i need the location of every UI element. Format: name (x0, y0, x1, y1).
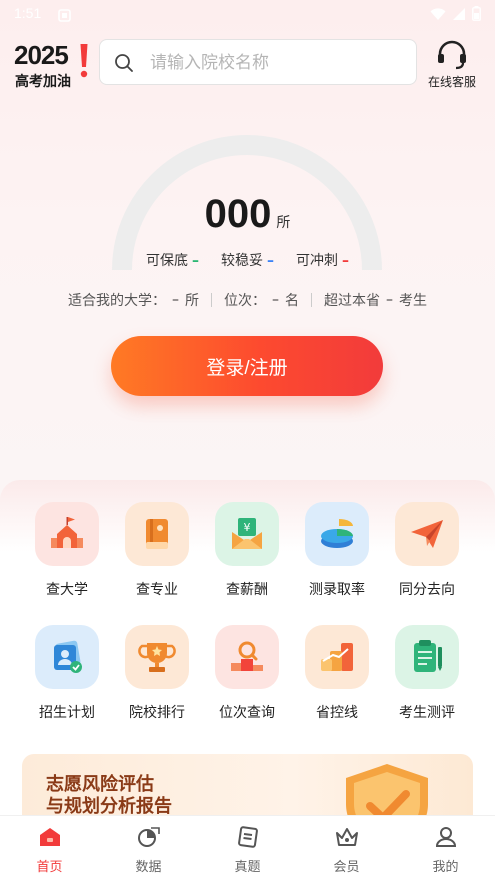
major-book-icon (125, 502, 189, 566)
crown-icon (334, 828, 360, 852)
search-input[interactable] (148, 48, 402, 78)
logo-subtitle: 高考加油 (15, 74, 71, 90)
grid-label: 考生测评 (399, 705, 455, 721)
divider (211, 293, 212, 307)
wifi-icon (430, 6, 446, 25)
banner-title: 志愿风险评估 与规划分析报告 (46, 774, 172, 818)
grid-label: 招生计划 (39, 705, 95, 721)
grid-label: 院校排行 (129, 705, 185, 721)
data-icon (137, 827, 161, 852)
battery-icon (472, 6, 481, 25)
grid-label: 查薪酬 (226, 582, 268, 598)
customer-service-label: 在线客服 (427, 75, 476, 89)
exceed-value: – (386, 292, 393, 308)
login-register-button[interactable]: 登录/注册 (111, 336, 383, 396)
tab-home[interactable]: 首页 (0, 816, 99, 881)
grid-item-salary[interactable]: ¥ 查薪酬 (202, 502, 292, 599)
stats-row: 适合我的大学： – 所 位次： – 名 超过本省 – 考生 (0, 290, 495, 310)
bar-chart-icon (305, 625, 369, 689)
tab-profile[interactable]: 我的 (396, 816, 495, 881)
tab-exam[interactable]: 真题 (198, 816, 297, 881)
grid-item-admission-rate[interactable]: 测录取率 (292, 502, 382, 599)
rank-search-icon (215, 625, 279, 689)
tab-label: 我的 (432, 860, 459, 875)
customer-service-button[interactable]: 在线客服 (420, 38, 484, 90)
signal-icon (452, 6, 466, 25)
grid-label: 同分去向 (399, 582, 455, 598)
rank-value: – (272, 292, 279, 308)
grid-item-control-line[interactable]: 省控线 (292, 625, 382, 722)
grid-item-ranking[interactable]: 院校排行 (112, 625, 202, 722)
rank-label: 位次： (224, 293, 266, 309)
tab-label: 会员 (333, 860, 360, 875)
bottom-tab-bar: 首页 数据 真题 会员 我的 (0, 815, 495, 881)
tab-data[interactable]: 数据 (99, 816, 198, 881)
grid-label: 查大学 (46, 582, 88, 598)
legend-safe: 可保底 – (146, 250, 199, 270)
logo-exclamation-icon (80, 44, 88, 78)
legend-safe-dash: – (192, 253, 199, 269)
headset-icon (436, 40, 468, 74)
gauge-count: 000 (204, 192, 272, 236)
tab-label: 真题 (234, 860, 261, 875)
gauge-legend: 可保底 – 较稳妥 – 可冲刺 – (0, 250, 495, 270)
search-box[interactable] (99, 39, 417, 85)
grid-item-enrollment-plan[interactable]: 招生计划 (22, 625, 112, 722)
grid-label: 位次查询 (219, 705, 275, 721)
svg-text:¥: ¥ (244, 521, 251, 534)
salary-envelope-icon: ¥ (215, 502, 279, 566)
exam-paper-icon (236, 826, 260, 852)
notification-icon (58, 7, 71, 26)
grid-label: 省控线 (316, 705, 358, 721)
grid-item-university[interactable]: 查大学 (22, 502, 112, 599)
suitable-unit: 所 (185, 293, 199, 309)
legend-reach: 可冲刺 – (296, 250, 349, 270)
banner-title-line1: 志愿风险评估 (46, 774, 154, 795)
grid-item-assessment[interactable]: 考生测评 (382, 625, 472, 722)
grid-item-same-score[interactable]: 同分去向 (382, 502, 472, 599)
legend-safe-label: 可保底 (146, 253, 188, 269)
exceed-label: 超过本省 (324, 293, 380, 309)
gauge-unit: 所 (276, 215, 291, 231)
clipboard-icon (395, 625, 459, 689)
suitable-value: – (172, 292, 179, 308)
legend-reach-label: 可冲刺 (296, 253, 338, 269)
profile-icon (434, 827, 458, 852)
legend-stable-label: 较稳妥 (221, 253, 263, 269)
logo-year: 2025 (14, 40, 69, 70)
app-logo: 2025 高考加油 (14, 40, 94, 90)
status-bar: 1:51 (0, 0, 495, 28)
tab-label: 首页 (36, 860, 63, 875)
rank-unit: 名 (285, 293, 299, 309)
tab-label: 数据 (135, 860, 162, 875)
university-icon (35, 502, 99, 566)
home-icon (38, 828, 62, 852)
grid-item-major[interactable]: 查专业 (112, 502, 202, 599)
legend-stable-dash: – (267, 253, 274, 269)
enrollment-plan-icon (35, 625, 99, 689)
header: 2025 高考加油 在线客服 (0, 36, 495, 92)
exceed-unit: 考生 (399, 293, 427, 309)
grid-label: 查专业 (136, 582, 178, 598)
suitable-label: 适合我的大学： (68, 293, 166, 309)
paper-plane-icon (395, 502, 459, 566)
trophy-icon (125, 625, 189, 689)
gauge-count-display: 000 所 (0, 192, 495, 237)
divider (311, 293, 312, 307)
legend-stable: 较稳妥 – (221, 250, 274, 270)
status-time: 1:51 (14, 5, 42, 21)
pie-chart-icon (305, 502, 369, 566)
tab-member[interactable]: 会员 (297, 816, 396, 881)
search-icon (114, 53, 134, 77)
grid-item-rank-query[interactable]: 位次查询 (202, 625, 292, 722)
grid-label: 测录取率 (309, 582, 365, 598)
legend-reach-dash: – (342, 253, 349, 269)
